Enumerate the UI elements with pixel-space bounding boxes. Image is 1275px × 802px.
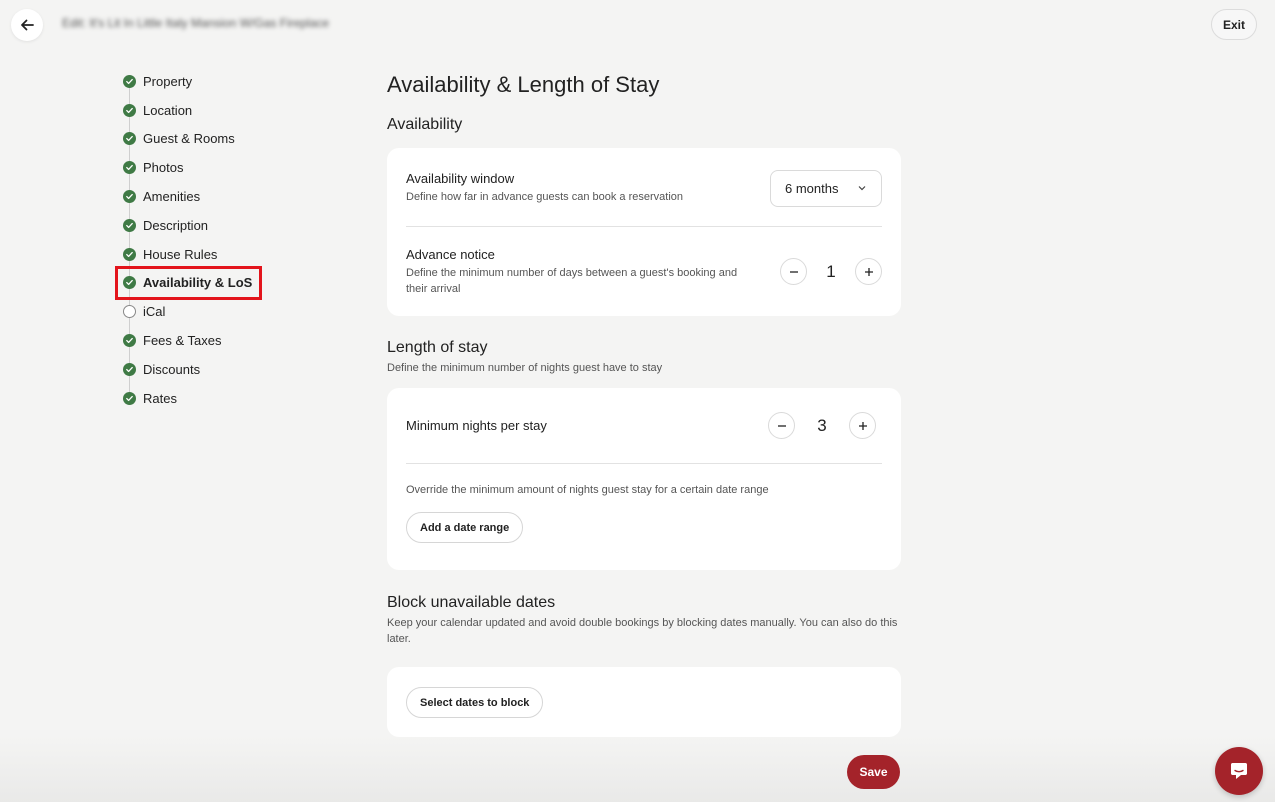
footer-bar xyxy=(0,736,1275,802)
minus-icon xyxy=(777,424,786,427)
check-circle-icon xyxy=(123,391,136,405)
sidebar-item-label: House Rules xyxy=(143,246,218,262)
check-circle-icon xyxy=(123,103,136,117)
advance-notice-stepper: 1 xyxy=(780,258,882,285)
plus-icon xyxy=(858,421,867,430)
length-of-stay-card: Minimum nights per stay 3 Override the m… xyxy=(387,388,901,570)
availability-card: Availability window Define how far in ad… xyxy=(387,148,901,316)
empty-circle-icon xyxy=(123,305,136,319)
length-of-stay-description: Define the minimum number of nights gues… xyxy=(387,362,663,374)
advance-notice-increment-button[interactable] xyxy=(855,258,882,285)
advance-notice-description: Define the minimum number of days betwee… xyxy=(406,266,738,295)
sidebar-item-amenities[interactable]: Amenities xyxy=(118,182,318,211)
sidebar-item-photos[interactable]: Photos xyxy=(118,153,318,182)
sidebar-item-discounts[interactable]: Discounts xyxy=(118,355,318,384)
plus-icon xyxy=(864,267,873,276)
availability-window-value: 6 months xyxy=(785,180,839,196)
check-circle-icon xyxy=(123,247,136,261)
block-dates-card: Select dates to block xyxy=(387,667,901,737)
availability-heading: Availability xyxy=(387,116,463,133)
check-circle-icon xyxy=(123,132,136,146)
chat-bubble-icon xyxy=(1231,763,1247,779)
sidebar-item-label: iCal xyxy=(143,304,166,320)
sidebar-item-label: Availability & LoS xyxy=(143,275,253,291)
advance-notice-value: 1 xyxy=(826,261,836,281)
check-circle-icon xyxy=(123,161,136,175)
sidebar-item-description[interactable]: Description xyxy=(118,211,318,240)
check-circle-icon xyxy=(123,362,136,376)
back-button[interactable] xyxy=(11,9,43,41)
check-circle-icon xyxy=(123,218,136,232)
min-nights-decrement-button[interactable] xyxy=(768,412,795,439)
min-nights-increment-button[interactable] xyxy=(849,412,876,439)
length-of-stay-heading: Length of stay xyxy=(387,339,488,356)
sidebar-item-guest-and-rooms[interactable]: Guest & Rooms xyxy=(118,125,318,154)
sidebar-item-availability-and-los[interactable]: Availability & LoS xyxy=(115,265,262,301)
save-button[interactable]: Save xyxy=(847,755,900,789)
sidebar-item-label: Property xyxy=(143,73,193,89)
arrow-left-icon xyxy=(21,19,34,31)
min-nights-stepper: 3 xyxy=(768,412,876,439)
page-title: Availability & Length of Stay xyxy=(387,72,660,97)
check-circle-icon xyxy=(123,276,136,290)
sidebar-item-ical[interactable]: iCal xyxy=(118,297,318,326)
advance-notice-title: Advance notice xyxy=(406,246,495,262)
availability-window-title: Availability window xyxy=(406,171,515,186)
add-date-range-button[interactable]: Add a date range xyxy=(406,512,524,543)
sidebar-item-label: Rates xyxy=(143,390,177,406)
block-dates-description: Keep your calendar updated and avoid dou… xyxy=(387,617,898,645)
check-circle-icon xyxy=(123,190,136,204)
sidebar-item-location[interactable]: Location xyxy=(118,96,318,125)
sidebar-item-label: Location xyxy=(143,102,193,118)
sidebar-item-label: Guest & Rooms xyxy=(143,131,235,147)
minus-icon xyxy=(789,270,798,273)
sidebar-item-property[interactable]: Property xyxy=(118,67,318,96)
listing-edit-title: Edit: It's Lit In Little Italy Mansion W… xyxy=(62,16,330,30)
min-nights-title: Minimum nights per stay xyxy=(406,418,547,433)
advance-notice-decrement-button[interactable] xyxy=(780,258,807,285)
select-dates-to-block-button[interactable]: Select dates to block xyxy=(406,687,544,718)
sidebar-item-label: Description xyxy=(143,217,209,233)
override-description: Override the minimum amount of nights gu… xyxy=(406,484,769,496)
sidebar-item-label: Fees & Taxes xyxy=(143,333,222,349)
sidebar-item-house-rules[interactable]: House Rules xyxy=(118,240,318,269)
main-content: Availability & Length of Stay Availabili… xyxy=(387,72,901,737)
min-nights-value: 3 xyxy=(817,415,827,435)
exit-button[interactable]: Exit xyxy=(1211,9,1257,40)
card-divider xyxy=(406,463,882,464)
sidebar-item-label: Amenities xyxy=(143,189,201,205)
sidebar-item-label: Discounts xyxy=(143,361,201,377)
check-circle-icon xyxy=(123,74,136,88)
chevron-down-icon xyxy=(858,186,866,191)
sidebar-item-rates[interactable]: Rates xyxy=(118,384,318,413)
block-dates-heading: Block unavailable dates xyxy=(387,594,556,611)
availability-window-select[interactable]: 6 months xyxy=(770,169,882,207)
sidebar-stepper: Property Location Guest & Rooms Photos Ameni… xyxy=(115,67,318,413)
sidebar-item-label: Photos xyxy=(143,160,184,176)
sidebar-item-fees-and-taxes[interactable]: Fees & Taxes xyxy=(118,326,318,355)
check-circle-icon xyxy=(123,334,136,348)
chat-support-button[interactable] xyxy=(1215,747,1263,795)
availability-window-description: Define how far in advance guests can boo… xyxy=(406,191,683,203)
